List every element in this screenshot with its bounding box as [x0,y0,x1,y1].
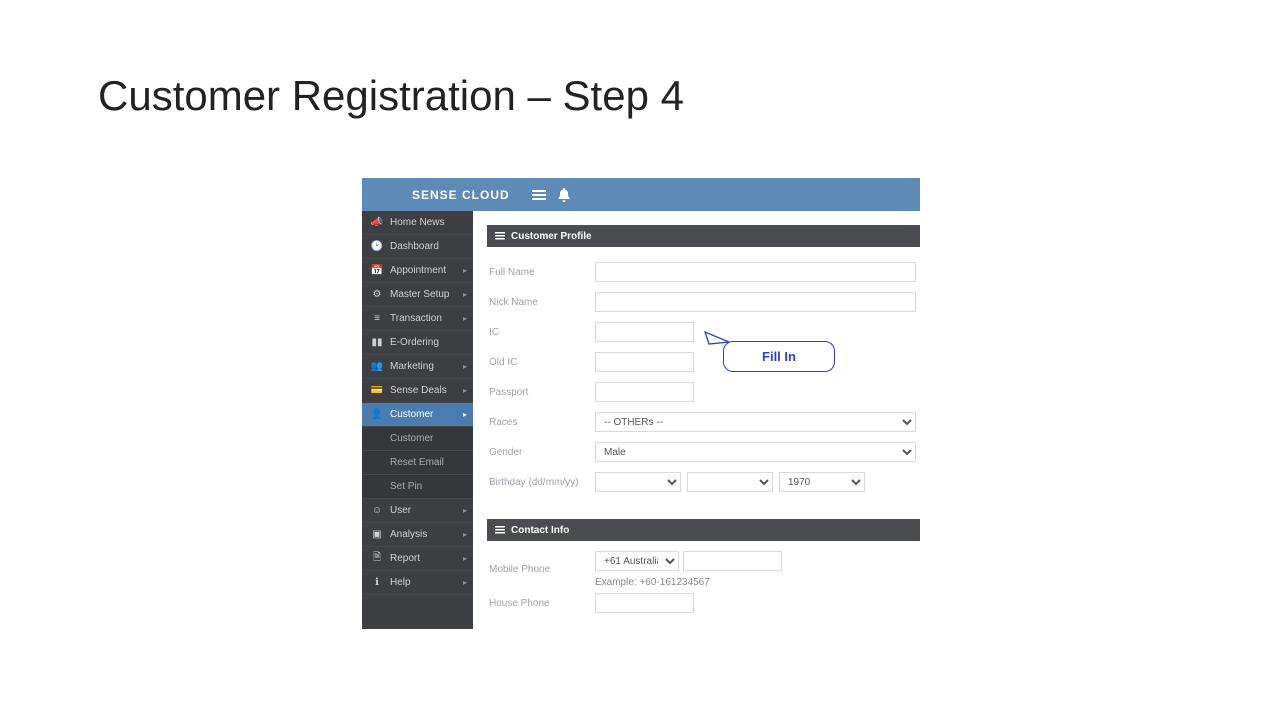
house-phone-input[interactable] [595,593,694,613]
label-ic: IC [487,327,595,338]
label-birthday: Birthday (dd/mm/yy) [487,477,595,488]
birthday-year-select[interactable]: 1970 [779,472,865,492]
bars-icon [495,526,505,534]
book-icon: ▣ [370,529,384,540]
callout-text: Fill In [762,349,796,364]
races-select[interactable]: -- OTHERs -- [595,412,916,432]
gauge-icon: 🕑 [370,241,384,252]
sidebar-item-user[interactable]: ☺ User ▸ [362,499,473,523]
sidebar-item-transaction[interactable]: ≡ Transaction ▸ [362,307,473,331]
sidebar-item-master-setup[interactable]: ⚙ Master Setup ▸ [362,283,473,307]
chevron-right-icon: ▸ [463,362,467,371]
calendar-icon: 📅 [370,265,384,276]
sidebar-item-label: Dashboard [390,241,439,252]
sidebar-item-label: Transaction [390,313,442,324]
label-passport: Passport [487,387,595,398]
main-content: Customer Profile Full Name Nick Name IC [473,211,920,629]
mobile-number-input[interactable] [683,551,782,571]
file-icon: 🗎 [370,550,384,567]
sidebar-sub-customer[interactable]: Customer [362,427,473,451]
smile-icon: ☺ [370,505,384,516]
brand-label: SENSE CLOUD [412,188,510,202]
gender-select[interactable]: Male [595,442,916,462]
info-icon: ℹ [370,577,384,588]
list-icon: ≡ [370,313,384,324]
bell-icon[interactable] [558,188,570,202]
sidebar-item-customer[interactable]: 👤 Customer ▸ [362,403,473,427]
sidebar-item-label: User [390,505,411,516]
sidebar-item-marketing[interactable]: 👥 Marketing ▸ [362,355,473,379]
birthday-day-select[interactable] [595,472,681,492]
mobile-example-text: Example: +60-161234567 [595,577,782,588]
sidebar-sub-set-pin[interactable]: Set Pin [362,475,473,499]
chevron-right-icon: ▸ [463,530,467,539]
panel-customer-profile: Customer Profile Full Name Nick Name IC [487,225,920,503]
label-full-name: Full Name [487,267,595,278]
megaphone-icon: 📣 [370,217,384,228]
ic-input[interactable] [595,322,694,342]
sidebar-item-e-ordering[interactable]: ▮▮ E-Ordering [362,331,473,355]
chevron-right-icon: ▸ [463,410,467,419]
card-icon: 💳 [370,385,384,396]
sidebar-item-label: Appointment [390,265,446,276]
sidebar-item-label: E-Ordering [390,337,439,348]
chevron-right-icon: ▸ [463,266,467,275]
sidebar-item-label: Customer [390,409,433,420]
panel-header: Contact Info [487,519,920,541]
sidebar-item-label: Sense Deals [390,385,447,396]
slide-title: Customer Registration – Step 4 [98,72,684,120]
sidebar-item-label: Home News [390,217,444,228]
barcode-icon: ▮▮ [370,337,384,348]
sidebar-sub-reset-email[interactable]: Reset Email [362,451,473,475]
label-old-ic: Old IC [487,357,595,368]
panel-title: Customer Profile [511,231,592,242]
sidebar-item-report[interactable]: 🗎 Report ▸ [362,547,473,571]
sidebar-item-label: Report [390,553,420,564]
panel-title: Contact Info [511,525,569,536]
sidebar-item-label: Master Setup [390,289,449,300]
sidebar-item-dashboard[interactable]: 🕑 Dashboard [362,235,473,259]
label-house-phone: House Phone [487,598,595,609]
nick-name-input[interactable] [595,292,916,312]
sidebar: 📣 Home News 🕑 Dashboard 📅 Appointment ▸ … [362,211,473,629]
passport-input[interactable] [595,382,694,402]
topbar: SENSE CLOUD [362,178,920,211]
chevron-right-icon: ▸ [463,578,467,587]
mobile-country-select[interactable]: +61 Australia [595,551,679,571]
sidebar-item-analysis[interactable]: ▣ Analysis ▸ [362,523,473,547]
topbar-icons [532,188,570,202]
sidebar-item-label: Help [390,577,411,588]
sidebar-item-label: Analysis [390,529,427,540]
sidebar-item-label: Marketing [390,361,434,372]
label-nick-name: Nick Name [487,297,595,308]
chevron-right-icon: ▸ [463,314,467,323]
sidebar-item-home-news[interactable]: 📣 Home News [362,211,473,235]
sidebar-item-appointment[interactable]: 📅 Appointment ▸ [362,259,473,283]
list-icon[interactable] [532,189,546,201]
chevron-right-icon: ▸ [463,554,467,563]
chevron-right-icon: ▸ [463,386,467,395]
chevron-right-icon: ▸ [463,506,467,515]
label-races: Races [487,417,595,428]
user-icon: 👤 [370,409,384,420]
app-window: SENSE CLOUD 📣 Home News 🕑 Dashboard 📅 Ap… [362,178,920,629]
birthday-month-select[interactable] [687,472,773,492]
users-icon: 👥 [370,361,384,372]
chevron-right-icon: ▸ [463,290,467,299]
label-gender: Gender [487,447,595,458]
full-name-input[interactable] [595,262,916,282]
label-mobile-phone: Mobile Phone [487,564,595,575]
panel-contact-info: Contact Info Mobile Phone +61 Australia … [487,519,920,624]
bars-icon [495,232,505,240]
callout-fill-in: Fill In [723,341,835,372]
cogs-icon: ⚙ [370,289,384,300]
sidebar-item-help[interactable]: ℹ Help ▸ [362,571,473,595]
old-ic-input[interactable] [595,352,694,372]
sidebar-item-sense-deals[interactable]: 💳 Sense Deals ▸ [362,379,473,403]
panel-header: Customer Profile [487,225,920,247]
